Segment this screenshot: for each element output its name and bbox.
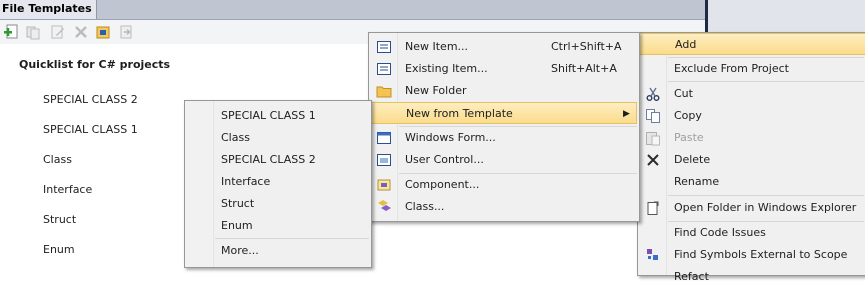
add-template-icon[interactable] xyxy=(3,24,19,40)
copy-icon xyxy=(646,109,660,123)
new-item-icon xyxy=(377,41,391,53)
submenu-arrow-icon: ▶ xyxy=(623,109,630,119)
quicklist-item[interactable]: Class xyxy=(43,153,72,166)
tab-file-templates[interactable]: File Templates xyxy=(0,0,97,19)
find-symbols-icon xyxy=(647,249,658,260)
template-item[interactable]: SPECIAL CLASS 2 xyxy=(185,149,371,171)
export-template-icon[interactable] xyxy=(118,24,134,40)
template-item[interactable]: SPECIAL CLASS 1 xyxy=(185,105,371,127)
quicklist-item[interactable]: Enum xyxy=(43,243,75,256)
component-icon xyxy=(377,179,391,191)
menu-item-new-item[interactable]: New Item... Ctrl+Shift+A xyxy=(369,36,639,58)
menu-item-exclude[interactable]: Exclude From Project xyxy=(638,58,865,80)
menu-item-new-folder[interactable]: New Folder xyxy=(369,80,639,102)
import-template-icon[interactable] xyxy=(95,24,111,40)
template-item-more[interactable]: More... xyxy=(185,240,371,262)
quicklist-item[interactable]: Interface xyxy=(43,183,92,196)
delete-template-icon[interactable] xyxy=(73,24,89,40)
window-border xyxy=(705,0,708,36)
quicklist-item[interactable]: SPECIAL CLASS 2 xyxy=(43,93,138,106)
menu-item-cut[interactable]: Cut xyxy=(638,83,865,105)
menu-item-component[interactable]: Component... xyxy=(369,174,639,196)
menu-item-open-folder[interactable]: Open Folder in Windows Explorer xyxy=(638,197,865,219)
template-item[interactable]: Class xyxy=(185,127,371,149)
add-submenu: New Item... Ctrl+Shift+A Existing Item..… xyxy=(368,32,640,222)
menu-item-add[interactable]: Add xyxy=(638,33,865,55)
menu-item-windows-form[interactable]: Windows Form... xyxy=(369,127,639,149)
template-submenu: SPECIAL CLASS 1 Class SPECIAL CLASS 2 In… xyxy=(184,100,372,268)
menu-separator xyxy=(215,238,369,239)
menu-item-existing-item[interactable]: Existing Item... Shift+Alt+A xyxy=(369,58,639,80)
tab-strip xyxy=(0,0,705,20)
copy-template-icon[interactable] xyxy=(25,24,41,40)
menu-item-paste[interactable]: Paste xyxy=(638,127,865,149)
solution-context-menu: Add Exclude From Project Cut Copy Paste … xyxy=(637,32,865,283)
background-window-edge xyxy=(705,0,865,36)
menu-item-rename[interactable]: Rename xyxy=(638,171,865,193)
template-item[interactable]: Interface xyxy=(185,171,371,193)
user-control-icon xyxy=(377,154,391,166)
quicklist-heading: Quicklist for C# projects xyxy=(19,58,171,71)
template-item[interactable]: Enum xyxy=(185,215,371,237)
menu-item-class[interactable]: Class... xyxy=(369,196,639,218)
delete-icon xyxy=(647,154,659,166)
template-item[interactable]: Struct xyxy=(185,193,371,215)
menu-item-find-symbols[interactable]: Find Symbols External to Scope xyxy=(638,244,865,266)
class-icon xyxy=(378,200,391,211)
menu-item-find-code-issues[interactable]: Find Code Issues xyxy=(638,222,865,244)
scissors-icon xyxy=(646,87,660,101)
quicklist-item[interactable]: Struct xyxy=(43,213,76,226)
open-folder-icon xyxy=(647,201,659,215)
menu-separator xyxy=(668,81,864,82)
existing-item-icon xyxy=(377,63,391,75)
menu-item-copy[interactable]: Copy xyxy=(638,105,865,127)
menu-item-refactor[interactable]: Refact xyxy=(638,266,865,288)
paste-icon xyxy=(646,132,660,146)
menu-separator xyxy=(668,195,864,196)
windows-form-icon xyxy=(377,132,391,144)
quicklist-item[interactable]: SPECIAL CLASS 1 xyxy=(43,123,138,136)
edit-template-icon[interactable] xyxy=(50,24,66,40)
menu-item-user-control[interactable]: User Control... xyxy=(369,149,639,171)
folder-icon xyxy=(376,86,392,98)
menu-item-new-from-template[interactable]: New from Template ▶ xyxy=(370,102,637,124)
menu-item-delete[interactable]: Delete xyxy=(638,149,865,171)
